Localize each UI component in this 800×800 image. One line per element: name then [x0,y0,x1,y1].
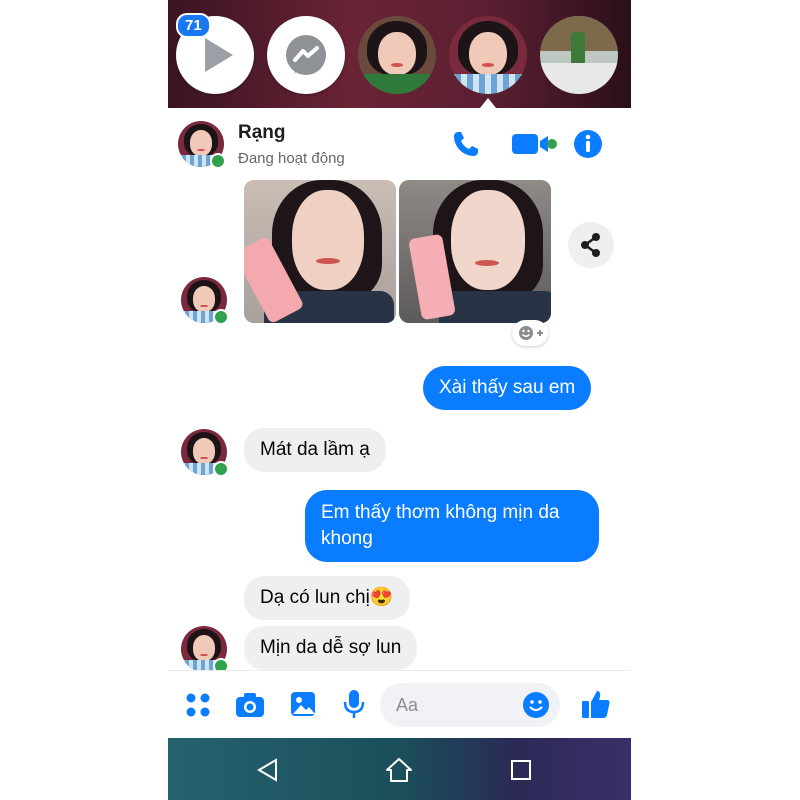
menu-dots-icon[interactable] [184,691,212,719]
incoming-message[interactable]: Mát da lầm ạ [244,428,386,472]
incoming-message[interactable]: Dạ có lun chị😍 [244,576,410,620]
recents-icon[interactable] [510,759,532,781]
share-button[interactable] [568,222,614,268]
home-icon[interactable] [385,756,413,784]
contact-chat-head-1[interactable] [358,16,436,94]
avatar-photo [449,16,527,94]
message-input-placeholder: Aa [396,695,419,715]
online-indicator [210,153,226,169]
shared-photo[interactable] [399,180,551,323]
conversation-header: Rạng Đang hoạt động [168,108,631,181]
add-reaction-button[interactable] [512,320,548,346]
chat-heads-bar: 71 [168,0,631,108]
composer-bar: Aa [168,670,631,739]
avatar-photo [358,16,436,94]
add-reaction-icon [519,326,543,340]
system-navigation-bar [168,738,631,800]
microphone-icon[interactable] [341,688,367,720]
active-status: Đang hoạt động [238,150,345,167]
info-icon[interactable] [572,128,604,160]
messenger-screen: 71 Rạng Đang hoạt động Xài thấy sau em M… [168,0,631,800]
contact-chat-head-2[interactable] [449,16,527,94]
emoji-icon[interactable] [522,691,550,719]
message-list[interactable]: Xài thấy sau em Mát da lầm ạ Em thấy thơ… [168,180,631,674]
share-icon [581,233,600,257]
phone-icon[interactable] [450,128,482,160]
online-indicator [213,461,229,477]
messenger-chat-head[interactable] [267,16,345,94]
outgoing-message[interactable]: Xài thấy sau em [423,366,592,410]
contact-name[interactable]: Rạng [238,122,286,144]
unread-badge: 71 [176,13,211,38]
gallery-icon[interactable] [289,690,317,718]
video-call-icon[interactable] [510,128,558,160]
camera-icon[interactable] [234,691,266,719]
back-icon[interactable] [256,758,280,782]
avatar-photo [540,16,618,94]
outgoing-message[interactable]: Em thấy thơm không mịn da khong [305,490,599,562]
pointer-caret [480,98,496,108]
message-input[interactable]: Aa [380,683,560,727]
online-indicator [213,309,229,325]
like-icon[interactable] [580,688,612,720]
messenger-icon [286,35,326,75]
contact-chat-head-3[interactable] [540,16,618,94]
incoming-message[interactable]: Mịn da dễ sợ lun [244,626,418,670]
shared-photo[interactable] [244,180,396,323]
